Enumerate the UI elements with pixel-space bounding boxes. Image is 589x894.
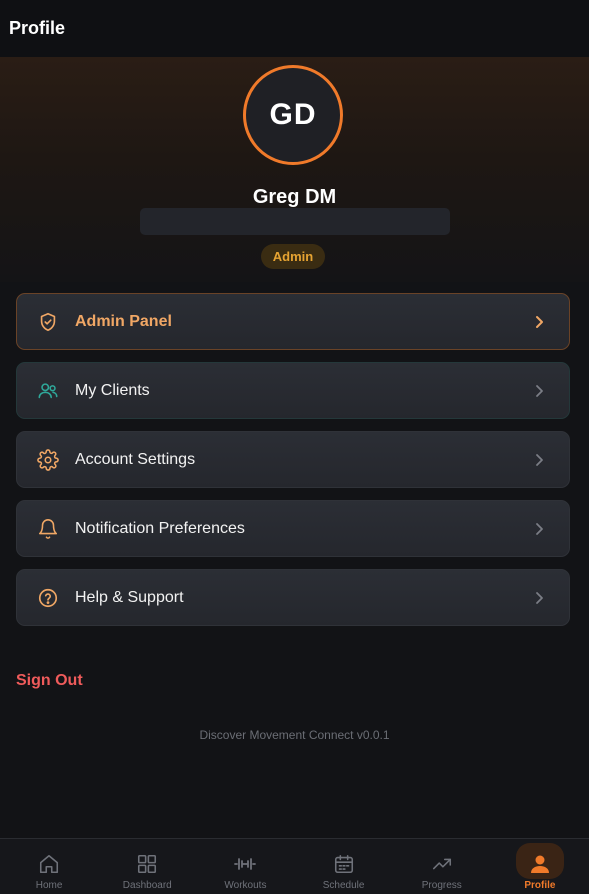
- profile-screen: Profile GD Greg DM Admin Admin Panel My …: [0, 0, 589, 894]
- user-name: Greg DM: [252, 186, 337, 208]
- menu-item-help-support[interactable]: Help & Support: [16, 569, 570, 626]
- chevron-right-icon: [531, 590, 547, 606]
- trending-up-icon: [430, 852, 454, 876]
- chevron-right-icon: [531, 521, 547, 537]
- chevron-right-icon: [531, 452, 547, 468]
- nav-label: Home: [35, 880, 63, 891]
- avatar-initials: GD: [269, 98, 317, 131]
- dumbbell-icon: [233, 852, 257, 876]
- grid-icon: [135, 852, 159, 876]
- email-placeholder: [140, 208, 450, 235]
- menu-item-admin-panel[interactable]: Admin Panel: [16, 293, 570, 350]
- app-version: Discover Movement Connect v0.0.1: [199, 728, 390, 742]
- user-icon: [528, 852, 552, 876]
- page-title: Profile: [9, 18, 66, 38]
- nav-schedule[interactable]: Schedule: [295, 839, 393, 894]
- profile-menu: Admin Panel My Clients Account Settings …: [16, 293, 570, 638]
- home-icon: [37, 852, 61, 876]
- nav-dashboard[interactable]: Dashboard: [98, 839, 196, 894]
- calendar-icon: [332, 852, 356, 876]
- avatar: GD: [243, 65, 343, 165]
- shield-check-icon: [37, 311, 59, 333]
- nav-label: Workouts: [224, 880, 267, 891]
- nav-progress[interactable]: Progress: [393, 839, 491, 894]
- sign-out-button[interactable]: Sign Out: [16, 672, 83, 690]
- menu-label: My Clients: [75, 381, 150, 399]
- nav-home[interactable]: Home: [0, 839, 98, 894]
- menu-label: Help & Support: [75, 588, 184, 606]
- menu-item-my-clients[interactable]: My Clients: [16, 362, 570, 419]
- nav-label: Progress: [421, 880, 462, 891]
- users-icon: [37, 380, 59, 402]
- nav-profile[interactable]: Profile: [491, 839, 589, 894]
- profile-hero: GD Greg DM Admin: [0, 57, 589, 282]
- nav-label: Dashboard: [122, 880, 172, 891]
- bell-icon: [37, 518, 59, 540]
- menu-label: Account Settings: [75, 450, 196, 468]
- nav-label: Schedule: [322, 880, 365, 891]
- menu-label: Notification Preferences: [75, 519, 245, 537]
- help-circle-icon: [37, 587, 59, 609]
- menu-label: Admin Panel: [75, 312, 172, 330]
- top-bar: Profile: [0, 0, 589, 57]
- gear-icon: [37, 448, 59, 471]
- chevron-right-icon: [531, 383, 547, 399]
- chevron-right-icon: [531, 314, 547, 330]
- bottom-nav: Home Dashboard Workouts Schedule Progres…: [0, 838, 589, 894]
- nav-workouts[interactable]: Workouts: [196, 839, 294, 894]
- menu-item-notification-preferences[interactable]: Notification Preferences: [16, 500, 570, 557]
- role-badge: Admin: [261, 244, 325, 269]
- menu-item-account-settings[interactable]: Account Settings: [16, 431, 570, 488]
- nav-label: Profile: [524, 880, 556, 891]
